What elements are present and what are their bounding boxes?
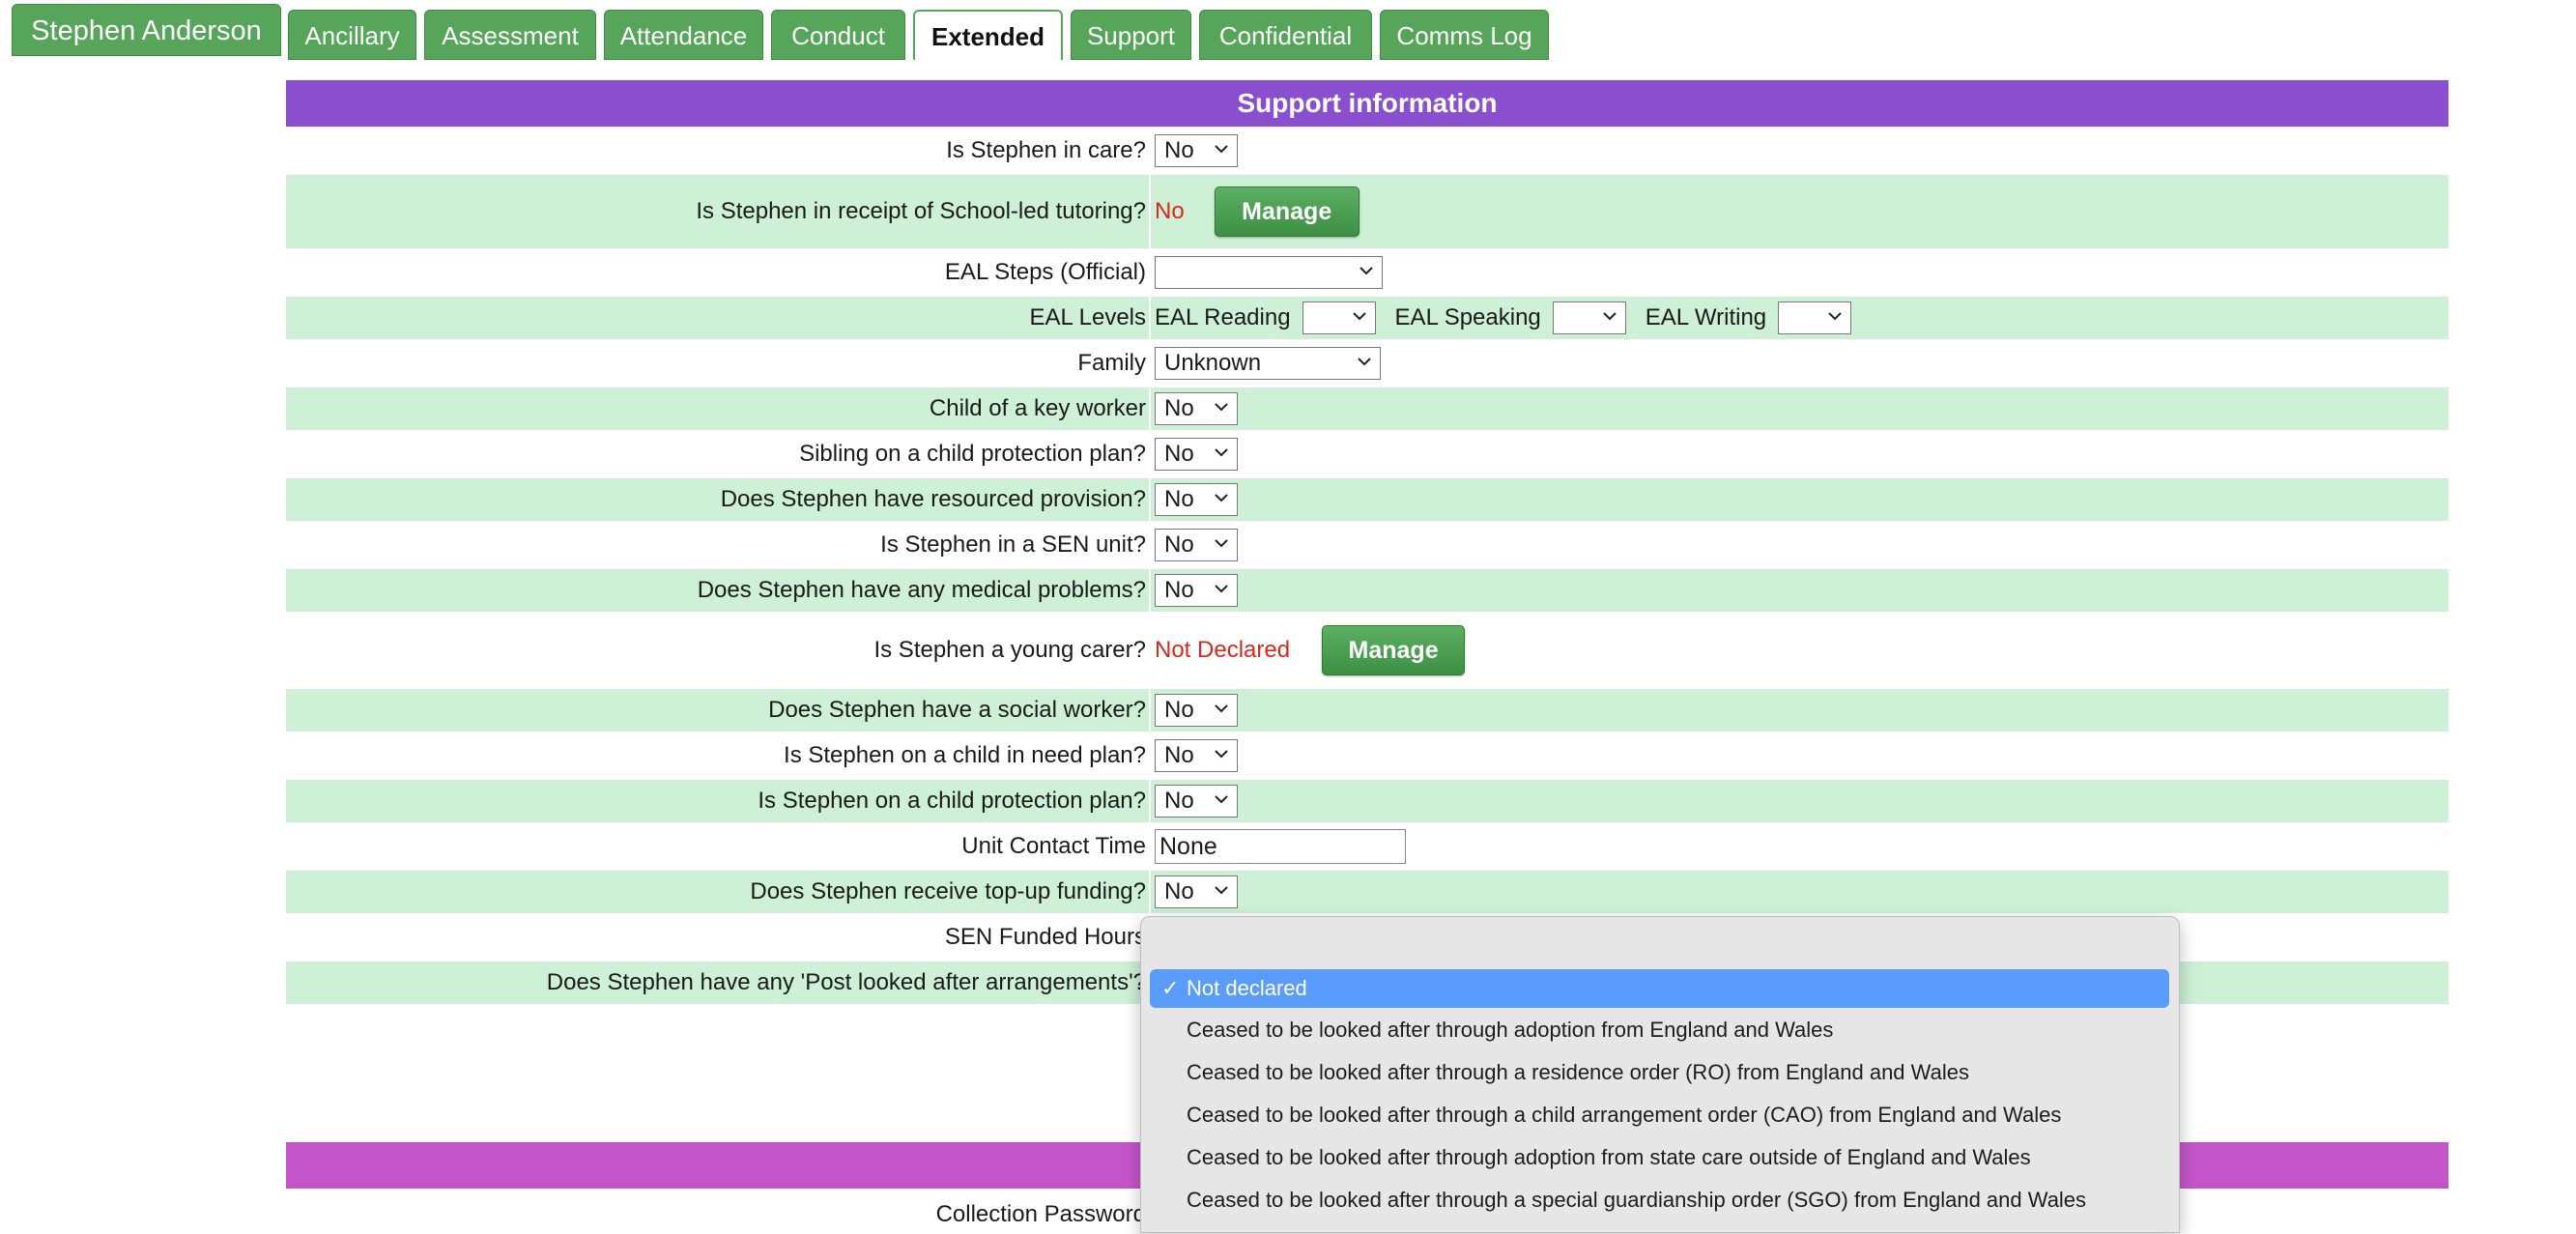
select-topup[interactable]: No xyxy=(1155,875,1238,908)
support-form: Is Stephen in care? No Is Stephen in rec… xyxy=(286,127,2448,1004)
select-eal-steps[interactable] xyxy=(1155,256,1383,289)
select-eal-writing[interactable] xyxy=(1778,301,1852,334)
chevron-down-icon xyxy=(1215,585,1228,593)
select-eal-speaking[interactable] xyxy=(1552,301,1626,334)
label-topup: Does Stephen receive top-up funding? xyxy=(750,878,1146,904)
row-resourced: Does Stephen have resourced provision? N… xyxy=(286,478,2448,521)
dropdown-option[interactable]: Ceased to be looked after through a resi… xyxy=(1150,1053,2169,1092)
row-child-need: Is Stephen on a child in need plan? No xyxy=(286,732,2448,780)
select-key-worker[interactable]: No xyxy=(1155,392,1238,425)
label-key-worker: Child of a key worker xyxy=(929,395,1146,421)
tab-assessment[interactable]: Assessment xyxy=(424,10,596,60)
manage-tutoring-button[interactable]: Manage xyxy=(1214,187,1360,237)
label-sibling-cp: Sibling on a child protection plan? xyxy=(799,441,1146,467)
row-topup: Does Stephen receive top-up funding? No xyxy=(286,871,2448,913)
label-resourced: Does Stephen have resourced provision? xyxy=(720,486,1146,512)
row-eal-levels: EAL Levels EAL Reading EAL Speaking EAL … xyxy=(286,297,2448,339)
row-key-worker: Child of a key worker No xyxy=(286,387,2448,430)
row-social-worker: Does Stephen have a social worker? No xyxy=(286,689,2448,732)
section-header-support: Support information xyxy=(286,80,2448,127)
tab-bar: Stephen Anderson Ancillary Assessment At… xyxy=(0,0,2576,68)
chevron-down-icon xyxy=(1352,312,1366,321)
chevron-down-icon xyxy=(1358,358,1371,366)
label-eal-writing: EAL Writing xyxy=(1645,304,1767,330)
chevron-down-icon xyxy=(1603,312,1617,321)
label-eal-levels: EAL Levels xyxy=(1029,304,1146,330)
select-social-worker[interactable]: No xyxy=(1155,694,1238,727)
select-sibling-cp[interactable]: No xyxy=(1155,438,1238,471)
chevron-down-icon xyxy=(1215,750,1228,759)
tab-support[interactable]: Support xyxy=(1071,10,1191,60)
row-child-protection: Is Stephen on a child protection plan? N… xyxy=(286,780,2448,822)
tab-student-name[interactable]: Stephen Anderson xyxy=(12,4,281,56)
row-sibling-cp: Sibling on a child protection plan? No xyxy=(286,430,2448,478)
status-young-carer: Not Declared xyxy=(1155,637,1291,663)
label-family: Family xyxy=(1077,350,1146,376)
post-lac-dropdown[interactable]: ✓ Not declared Ceased to be looked after… xyxy=(1140,916,2180,1233)
dropdown-option[interactable]: Ceased to be looked after through adopti… xyxy=(1150,1011,2169,1049)
chevron-down-icon xyxy=(1215,403,1228,412)
select-resourced[interactable]: No xyxy=(1155,483,1238,516)
label-post-lac: Does Stephen have any 'Post looked after… xyxy=(546,969,1146,995)
label-eal-reading: EAL Reading xyxy=(1155,304,1291,330)
tab-attendance[interactable]: Attendance xyxy=(604,10,763,60)
manage-young-carer-button[interactable]: Manage xyxy=(1322,625,1466,675)
select-eal-reading[interactable] xyxy=(1302,301,1376,334)
select-medical[interactable]: No xyxy=(1155,574,1238,607)
label-social-worker: Does Stephen have a social worker? xyxy=(768,697,1146,723)
label-sen-hours: SEN Funded Hours xyxy=(944,924,1146,950)
checkmark-icon: ✓ xyxy=(1161,976,1180,1000)
chevron-down-icon xyxy=(1215,795,1228,804)
status-tutoring: No xyxy=(1155,198,1185,224)
chevron-down-icon xyxy=(1360,267,1373,275)
row-young-carer: Is Stephen a young carer? Not Declared M… xyxy=(286,612,2448,689)
label-medical: Does Stephen have any medical problems? xyxy=(697,577,1146,603)
row-family: Family Unknown xyxy=(286,339,2448,387)
label-in-care: Is Stephen in care? xyxy=(946,137,1146,163)
dropdown-option[interactable]: Ceased to be looked after through adopti… xyxy=(1150,1138,2169,1177)
select-child-need[interactable]: No xyxy=(1155,739,1238,772)
row-medical: Does Stephen have any medical problems? … xyxy=(286,569,2448,612)
label-child-protection: Is Stephen on a child protection plan? xyxy=(758,788,1146,814)
row-in-care: Is Stephen in care? No xyxy=(286,127,2448,175)
tab-conduct[interactable]: Conduct xyxy=(771,10,905,60)
chevron-down-icon xyxy=(1215,494,1228,502)
row-sen-unit: Is Stephen in a SEN unit? No xyxy=(286,521,2448,569)
tab-extended[interactable]: Extended xyxy=(913,10,1063,60)
chevron-down-icon xyxy=(1215,886,1228,895)
row-tutoring: Is Stephen in receipt of School-led tuto… xyxy=(286,175,2448,248)
chevron-down-icon xyxy=(1215,448,1228,457)
tab-comms-log[interactable]: Comms Log xyxy=(1380,10,1549,60)
select-in-care[interactable]: No xyxy=(1155,134,1238,167)
tab-ancillary[interactable]: Ancillary xyxy=(288,10,416,60)
chevron-down-icon xyxy=(1215,539,1228,548)
chevron-down-icon xyxy=(1215,704,1228,713)
label-unit-contact: Unit Contact Time xyxy=(961,833,1146,859)
dropdown-option[interactable]: Ceased to be looked after through a chil… xyxy=(1150,1096,2169,1134)
select-sen-unit[interactable]: No xyxy=(1155,529,1238,561)
select-child-protection[interactable]: No xyxy=(1155,785,1238,818)
label-young-carer: Is Stephen a young carer? xyxy=(873,637,1146,663)
dropdown-option-not-declared[interactable]: ✓ Not declared xyxy=(1150,969,2169,1008)
unit-contact-input[interactable]: None xyxy=(1155,829,1406,864)
dropdown-option[interactable]: Ceased to be looked after through a spec… xyxy=(1150,1181,2169,1220)
row-eal-steps: EAL Steps (Official) xyxy=(286,248,2448,297)
label-tutoring: Is Stephen in receipt of School-led tuto… xyxy=(696,198,1146,224)
tab-confidential[interactable]: Confidential xyxy=(1199,10,1372,60)
label-sen-unit: Is Stephen in a SEN unit? xyxy=(880,531,1146,558)
label-eal-speaking: EAL Speaking xyxy=(1394,304,1541,330)
row-unit-contact: Unit Contact Time None xyxy=(286,822,2448,871)
chevron-down-icon xyxy=(1215,145,1228,154)
select-family[interactable]: Unknown xyxy=(1155,347,1381,380)
label-eal-steps: EAL Steps (Official) xyxy=(944,259,1146,285)
label-collection-password: Collection Password xyxy=(935,1201,1146,1227)
label-child-need: Is Stephen on a child in need plan? xyxy=(784,742,1146,768)
chevron-down-icon xyxy=(1828,312,1842,321)
